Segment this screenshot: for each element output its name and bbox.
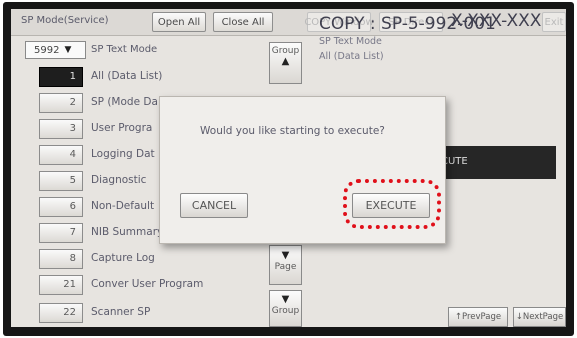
list-item-number[interactable]: 3 [39,119,83,139]
open-all-button[interactable]: Open All [152,12,206,32]
close-all-button[interactable]: Close All [213,12,273,32]
list-item-label: Capture Log [91,252,155,264]
list-item-number[interactable]: 21 [39,275,83,295]
list-item-number[interactable]: 1 [39,67,83,87]
sp-mode-screen: SP Mode(Service) Open All Close All COPY… [11,9,566,327]
group-down-label: Group [271,306,300,316]
dialog-message: Would you like starting to execute? [200,125,385,137]
sp-subtitle: SP Text Mode [319,36,382,47]
list-item-label: Logging Dat [91,148,155,160]
list-item-number[interactable]: 22 [39,303,83,323]
device-bezel: SP Mode(Service) Open All Close All COPY… [3,2,574,336]
highlight-ring [343,179,441,229]
mode-title: SP Mode(Service) [21,15,109,26]
execute-bar[interactable]: CUTE [431,146,556,179]
list-item-label: Non-Default [91,200,155,212]
program-selector-value: 5992 [34,44,60,56]
list-item-number[interactable]: 4 [39,145,83,165]
group-up-label: Group [271,46,300,56]
group-up-button[interactable]: Group ▲ [269,42,302,84]
list-item-number[interactable]: 2 [39,93,83,113]
list-item-label: Diagnostic [91,174,147,186]
group-down-button[interactable]: ▼ Group [269,290,302,327]
chevron-down-icon: ▼ [64,45,72,55]
arrow-down-icon: ▼ [281,250,290,261]
page-down-label: Page [274,262,297,272]
list-item-label: SP (Mode Da [91,96,158,108]
list-item[interactable]: 8 Capture Log [39,249,269,269]
list-item-number[interactable]: 5 [39,171,83,191]
sp-subtitle-item: All (Data List) [319,51,384,62]
list-item-number[interactable]: 8 [39,249,83,269]
list-item-label: NIB Summary [91,226,164,238]
page-down-button[interactable]: ▼ Page [269,245,302,285]
list-item[interactable]: 22 Scanner SP [39,303,269,323]
confirm-dialog: Would you like starting to execute? CANC… [159,96,446,244]
program-selector[interactable]: 5992 ▼ [25,41,86,59]
list-item[interactable]: 1 All (Data List) [39,67,269,87]
list-item-label: User Progra [91,122,153,134]
prev-page-button[interactable]: ↑PrevPage [448,307,508,327]
list-item-label: All (Data List) [91,70,163,82]
list-item[interactable]: 21 Conver User Program [39,275,269,295]
cancel-button[interactable]: CANCEL [180,193,248,218]
arrow-up-icon: ▲ [281,56,290,67]
next-page-button[interactable]: ↓NextPage [513,307,566,327]
list-item-number[interactable]: 6 [39,197,83,217]
list-header: SP Text Mode [91,44,158,55]
arrow-down-icon: ▼ [281,294,290,305]
sp-code-title: COPY : SP-5-992-001 [319,14,496,34]
list-item-label: Scanner SP [91,306,151,318]
exit-button[interactable]: Exit [542,12,566,32]
list-item-number[interactable]: 7 [39,223,83,243]
list-item-label: Conver User Program [91,278,204,290]
